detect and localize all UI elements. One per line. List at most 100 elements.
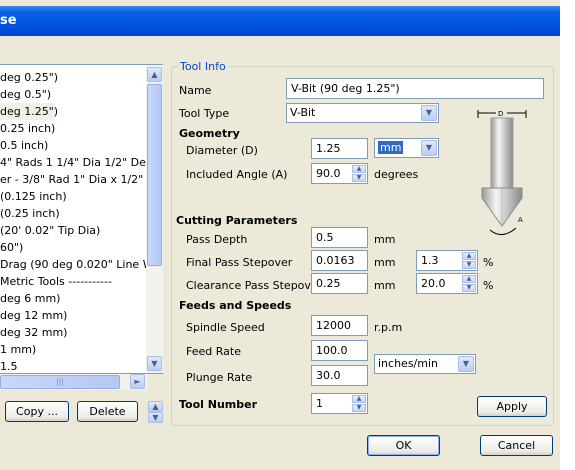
name-field[interactable]: V-Bit (90 deg 1.25") xyxy=(286,78,544,99)
clearance-pass-stepover-unit: mm xyxy=(374,279,396,292)
list-item[interactable]: (0.25 inch) xyxy=(0,205,146,222)
copy-button[interactable]: Copy ... xyxy=(5,401,69,422)
spin-up-icon[interactable]: ▲ xyxy=(352,395,366,403)
included-angle-value: 90.0 xyxy=(316,167,341,180)
list-item[interactable]: Metric Tools ----------- xyxy=(0,273,146,290)
rate-unit-select[interactable]: inches/min ▼ xyxy=(374,354,476,374)
list-item[interactable]: 0.5 inch) xyxy=(0,137,146,154)
spin-up-icon[interactable]: ▲ xyxy=(352,165,366,173)
angle-unit-label: degrees xyxy=(374,168,419,181)
tool-list-horizontal-scrollbar[interactable]: ||| ► xyxy=(0,374,147,390)
angle-mark: A xyxy=(518,216,523,224)
final-pass-stepover-unit: mm xyxy=(374,256,396,269)
chevron-down-icon[interactable]: ▼ xyxy=(421,140,437,156)
spin-down-icon[interactable]: ▼ xyxy=(462,284,476,292)
ok-button[interactable]: OK xyxy=(367,435,440,456)
diameter-unit-value: mm xyxy=(378,141,404,154)
list-item[interactable]: (20' 0.02" Tip Dia) xyxy=(0,222,146,239)
window-title: se xyxy=(0,13,17,28)
feed-rate-label: Feed Rate xyxy=(186,345,241,358)
tool-info-label: Tool Info xyxy=(178,60,228,73)
clearance-pass-stepover-field[interactable]: 0.25 xyxy=(311,273,368,294)
plunge-rate-label: Plunge Rate xyxy=(186,371,253,384)
move-up-button[interactable]: ▲ xyxy=(148,401,163,412)
tool-number-spinner[interactable]: ▲ ▼ xyxy=(352,395,366,412)
spin-down-icon[interactable]: ▼ xyxy=(462,261,476,269)
geometry-header: Geometry xyxy=(179,127,240,140)
list-item[interactable]: 1.5 xyxy=(0,358,146,373)
final-pass-stepover-percent-value: 1.3 xyxy=(421,254,439,267)
list-order-spinner[interactable]: ▲ ▼ xyxy=(148,401,163,423)
v-bit-diagram-icon: D A xyxy=(477,110,527,235)
move-down-button[interactable]: ▼ xyxy=(148,412,163,423)
spin-up-icon[interactable]: ▲ xyxy=(462,275,476,283)
spin-down-icon[interactable]: ▼ xyxy=(352,404,366,412)
spindle-speed-unit: r.p.m xyxy=(374,321,403,334)
delete-button[interactable]: Delete xyxy=(77,401,138,422)
list-item[interactable]: deg 1.25") xyxy=(0,103,58,120)
list-item[interactable]: 1 mm) xyxy=(0,341,146,358)
spin-up-icon[interactable]: ▲ xyxy=(462,252,476,260)
diameter-unit-select[interactable]: mm ▼ xyxy=(374,138,439,158)
clearance-pass-stepover-percent-field[interactable]: 20.0 ▲ ▼ xyxy=(416,273,478,294)
feed-rate-field[interactable]: 100.0 xyxy=(311,340,368,361)
final-pass-stepover-label: Final Pass Stepover xyxy=(186,256,293,269)
scroll-up-button[interactable]: ▲ xyxy=(147,67,162,82)
list-item[interactable]: deg 0.25") xyxy=(0,69,146,86)
spindle-speed-label: Spindle Speed xyxy=(186,321,265,334)
list-item[interactable]: deg 12 mm) xyxy=(0,307,146,324)
grip-icon: ||| xyxy=(56,378,64,386)
percent-label: % xyxy=(483,279,494,292)
clearance-pass-stepover-label: Clearance Pass Stepover xyxy=(186,279,323,292)
scroll-right-button[interactable]: ► xyxy=(130,374,145,389)
tool-number-value: 1 xyxy=(316,397,323,410)
clearance-pass-stepover-percent-value: 20.0 xyxy=(421,277,446,290)
final-stepover-spinner[interactable]: ▲ ▼ xyxy=(462,252,476,269)
final-pass-stepover-field[interactable]: 0.0163 xyxy=(311,250,368,271)
list-item[interactable]: 4" Rads 1 1/4" Dia 1/2" Deep xyxy=(0,154,160,171)
percent-label: % xyxy=(483,256,494,269)
tool-number-field[interactable]: 1 ▲ ▼ xyxy=(311,393,368,414)
list-item[interactable]: deg 0.5") xyxy=(0,86,146,103)
list-item[interactable]: (0.125 inch) xyxy=(0,188,146,205)
list-item[interactable]: 0.25 inch) xyxy=(0,120,146,137)
list-item[interactable]: er - 3/8" Rad 1" Dia x 1/2" Dee xyxy=(0,171,162,188)
chevron-down-icon[interactable]: ▼ xyxy=(458,356,474,372)
pass-depth-unit: mm xyxy=(374,233,396,246)
list-item[interactable]: 60") xyxy=(0,239,146,256)
clearance-stepover-spinner[interactable]: ▲ ▼ xyxy=(462,275,476,292)
pass-depth-field[interactable]: 0.5 xyxy=(311,227,368,248)
diameter-field[interactable]: 1.25 xyxy=(311,138,368,159)
included-angle-field[interactable]: 90.0 ▲ ▼ xyxy=(311,163,368,184)
spin-down-icon[interactable]: ▼ xyxy=(352,174,366,182)
tool-type-label: Tool Type xyxy=(179,107,230,120)
final-pass-stepover-percent-field[interactable]: 1.3 ▲ ▼ xyxy=(416,250,478,271)
list-item[interactable]: deg 32 mm) xyxy=(0,324,146,341)
list-item[interactable]: Drag (90 deg 0.020" Line Widt xyxy=(0,256,162,273)
chevron-down-icon[interactable]: ▼ xyxy=(421,105,437,121)
plunge-rate-field[interactable]: 30.0 xyxy=(311,365,368,386)
pass-depth-label: Pass Depth xyxy=(186,233,248,246)
apply-button[interactable]: Apply xyxy=(477,396,547,417)
background-window xyxy=(560,0,575,470)
tool-edit-dialog: se deg 0.25") deg 0.5") deg 1.25") 0.25 inc… xyxy=(0,0,560,470)
scroll-thumb[interactable] xyxy=(147,84,162,266)
title-bar[interactable] xyxy=(0,6,560,36)
tool-type-select[interactable]: V-Bit ▼ xyxy=(286,103,439,123)
included-angle-label: Included Angle (A) xyxy=(186,168,288,181)
scroll-down-button[interactable]: ▼ xyxy=(147,356,162,371)
diameter-label: Diameter (D) xyxy=(186,144,258,157)
feeds-and-speeds-header: Feeds and Speeds xyxy=(179,299,292,312)
tool-list[interactable]: deg 0.25") deg 0.5") deg 1.25") 0.25 inch) 0… xyxy=(0,64,163,374)
angle-spinner[interactable]: ▲ ▼ xyxy=(352,165,366,182)
cancel-button[interactable]: Cancel xyxy=(480,435,553,456)
cutting-parameters-header: Cutting Parameters xyxy=(176,214,298,227)
hscroll-thumb[interactable]: ||| xyxy=(0,375,120,389)
tool-type-value: V-Bit xyxy=(290,106,316,119)
list-item[interactable]: deg 6 mm) xyxy=(0,290,146,307)
tool-list-vertical-scrollbar[interactable]: ▲ ▼ xyxy=(146,65,163,373)
name-label: Name xyxy=(179,84,212,97)
spindle-speed-field[interactable]: 12000 xyxy=(311,315,368,336)
rate-unit-value: inches/min xyxy=(378,357,438,370)
tool-number-label: Tool Number xyxy=(179,398,258,411)
